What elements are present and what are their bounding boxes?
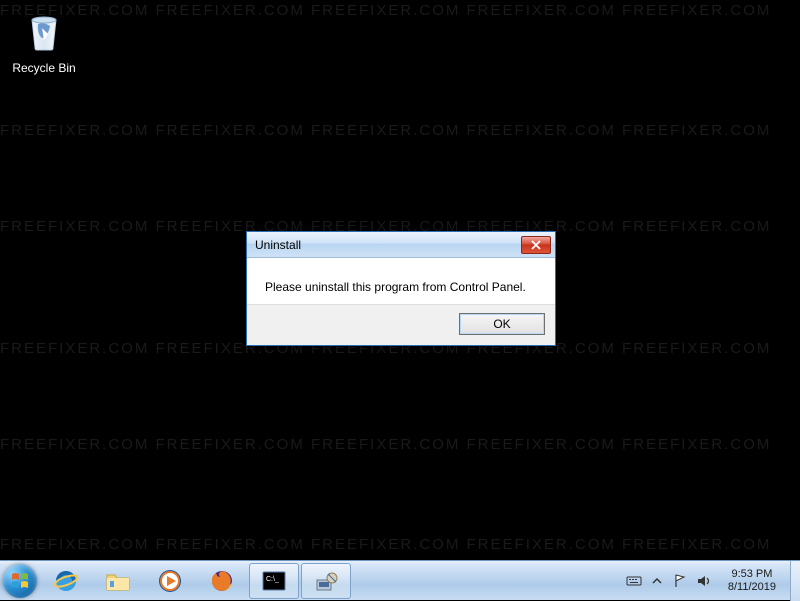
- command-prompt-icon: C:\_: [260, 568, 288, 594]
- dialog-button-row: OK: [247, 304, 555, 345]
- trash-icon: [20, 6, 68, 54]
- recycle-bin-label: Recycle Bin: [12, 61, 76, 75]
- windows-logo-icon: [10, 571, 30, 591]
- watermark-row: FREEFIXER.COM FREEFIXER.COM FREEFIXER.CO…: [0, 436, 800, 453]
- taskbar-item-firefox[interactable]: [197, 563, 247, 599]
- firefox-icon: [208, 568, 236, 594]
- folder-icon: [104, 568, 132, 594]
- dialog-titlebar[interactable]: Uninstall: [247, 232, 555, 258]
- keyboard-icon[interactable]: [626, 573, 642, 589]
- desktop[interactable]: FREEFIXER.COM FREEFIXER.COM FREEFIXER.CO…: [0, 0, 800, 560]
- taskbar-clock[interactable]: 9:53 PM 8/11/2019: [720, 568, 784, 594]
- watermark-row: FREEFIXER.COM FREEFIXER.COM FREEFIXER.CO…: [0, 536, 800, 553]
- show-desktop-button[interactable]: [790, 561, 800, 601]
- close-icon: [531, 240, 541, 250]
- watermark-row: FREEFIXER.COM FREEFIXER.COM FREEFIXER.CO…: [0, 122, 800, 139]
- flag-icon[interactable]: [672, 573, 688, 589]
- taskbar-item-internet-explorer[interactable]: [41, 563, 91, 599]
- taskbar-item-media-player[interactable]: [145, 563, 195, 599]
- taskbar-item-command-prompt[interactable]: C:\_: [249, 563, 299, 599]
- taskbar-item-file-explorer[interactable]: [93, 563, 143, 599]
- ok-button[interactable]: OK: [459, 313, 545, 335]
- svg-text:C:\_: C:\_: [266, 576, 279, 583]
- volume-icon[interactable]: [696, 573, 712, 589]
- clock-time: 9:53 PM: [728, 568, 776, 581]
- watermark-row: FREEFIXER.COM FREEFIXER.COM FREEFIXER.CO…: [0, 2, 800, 19]
- system-tray: 9:53 PM 8/11/2019: [616, 561, 790, 600]
- internet-explorer-icon: [52, 568, 80, 594]
- media-player-icon: [156, 568, 184, 594]
- dialog-body: Please uninstall this program from Contr…: [247, 258, 555, 304]
- close-button[interactable]: [521, 236, 551, 254]
- start-button[interactable]: [0, 561, 40, 601]
- taskbar: C:\_ 9:53 PM 8/11/2019: [0, 560, 800, 600]
- tray-overflow-icon[interactable]: [650, 574, 664, 588]
- installer-icon: [312, 568, 340, 594]
- recycle-bin-icon[interactable]: Recycle Bin: [12, 6, 76, 75]
- taskbar-item-installer[interactable]: [301, 563, 351, 599]
- uninstall-dialog: Uninstall Please uninstall this program …: [246, 231, 556, 346]
- clock-date: 8/11/2019: [728, 581, 776, 594]
- dialog-message: Please uninstall this program from Contr…: [265, 280, 537, 294]
- dialog-title: Uninstall: [255, 238, 521, 252]
